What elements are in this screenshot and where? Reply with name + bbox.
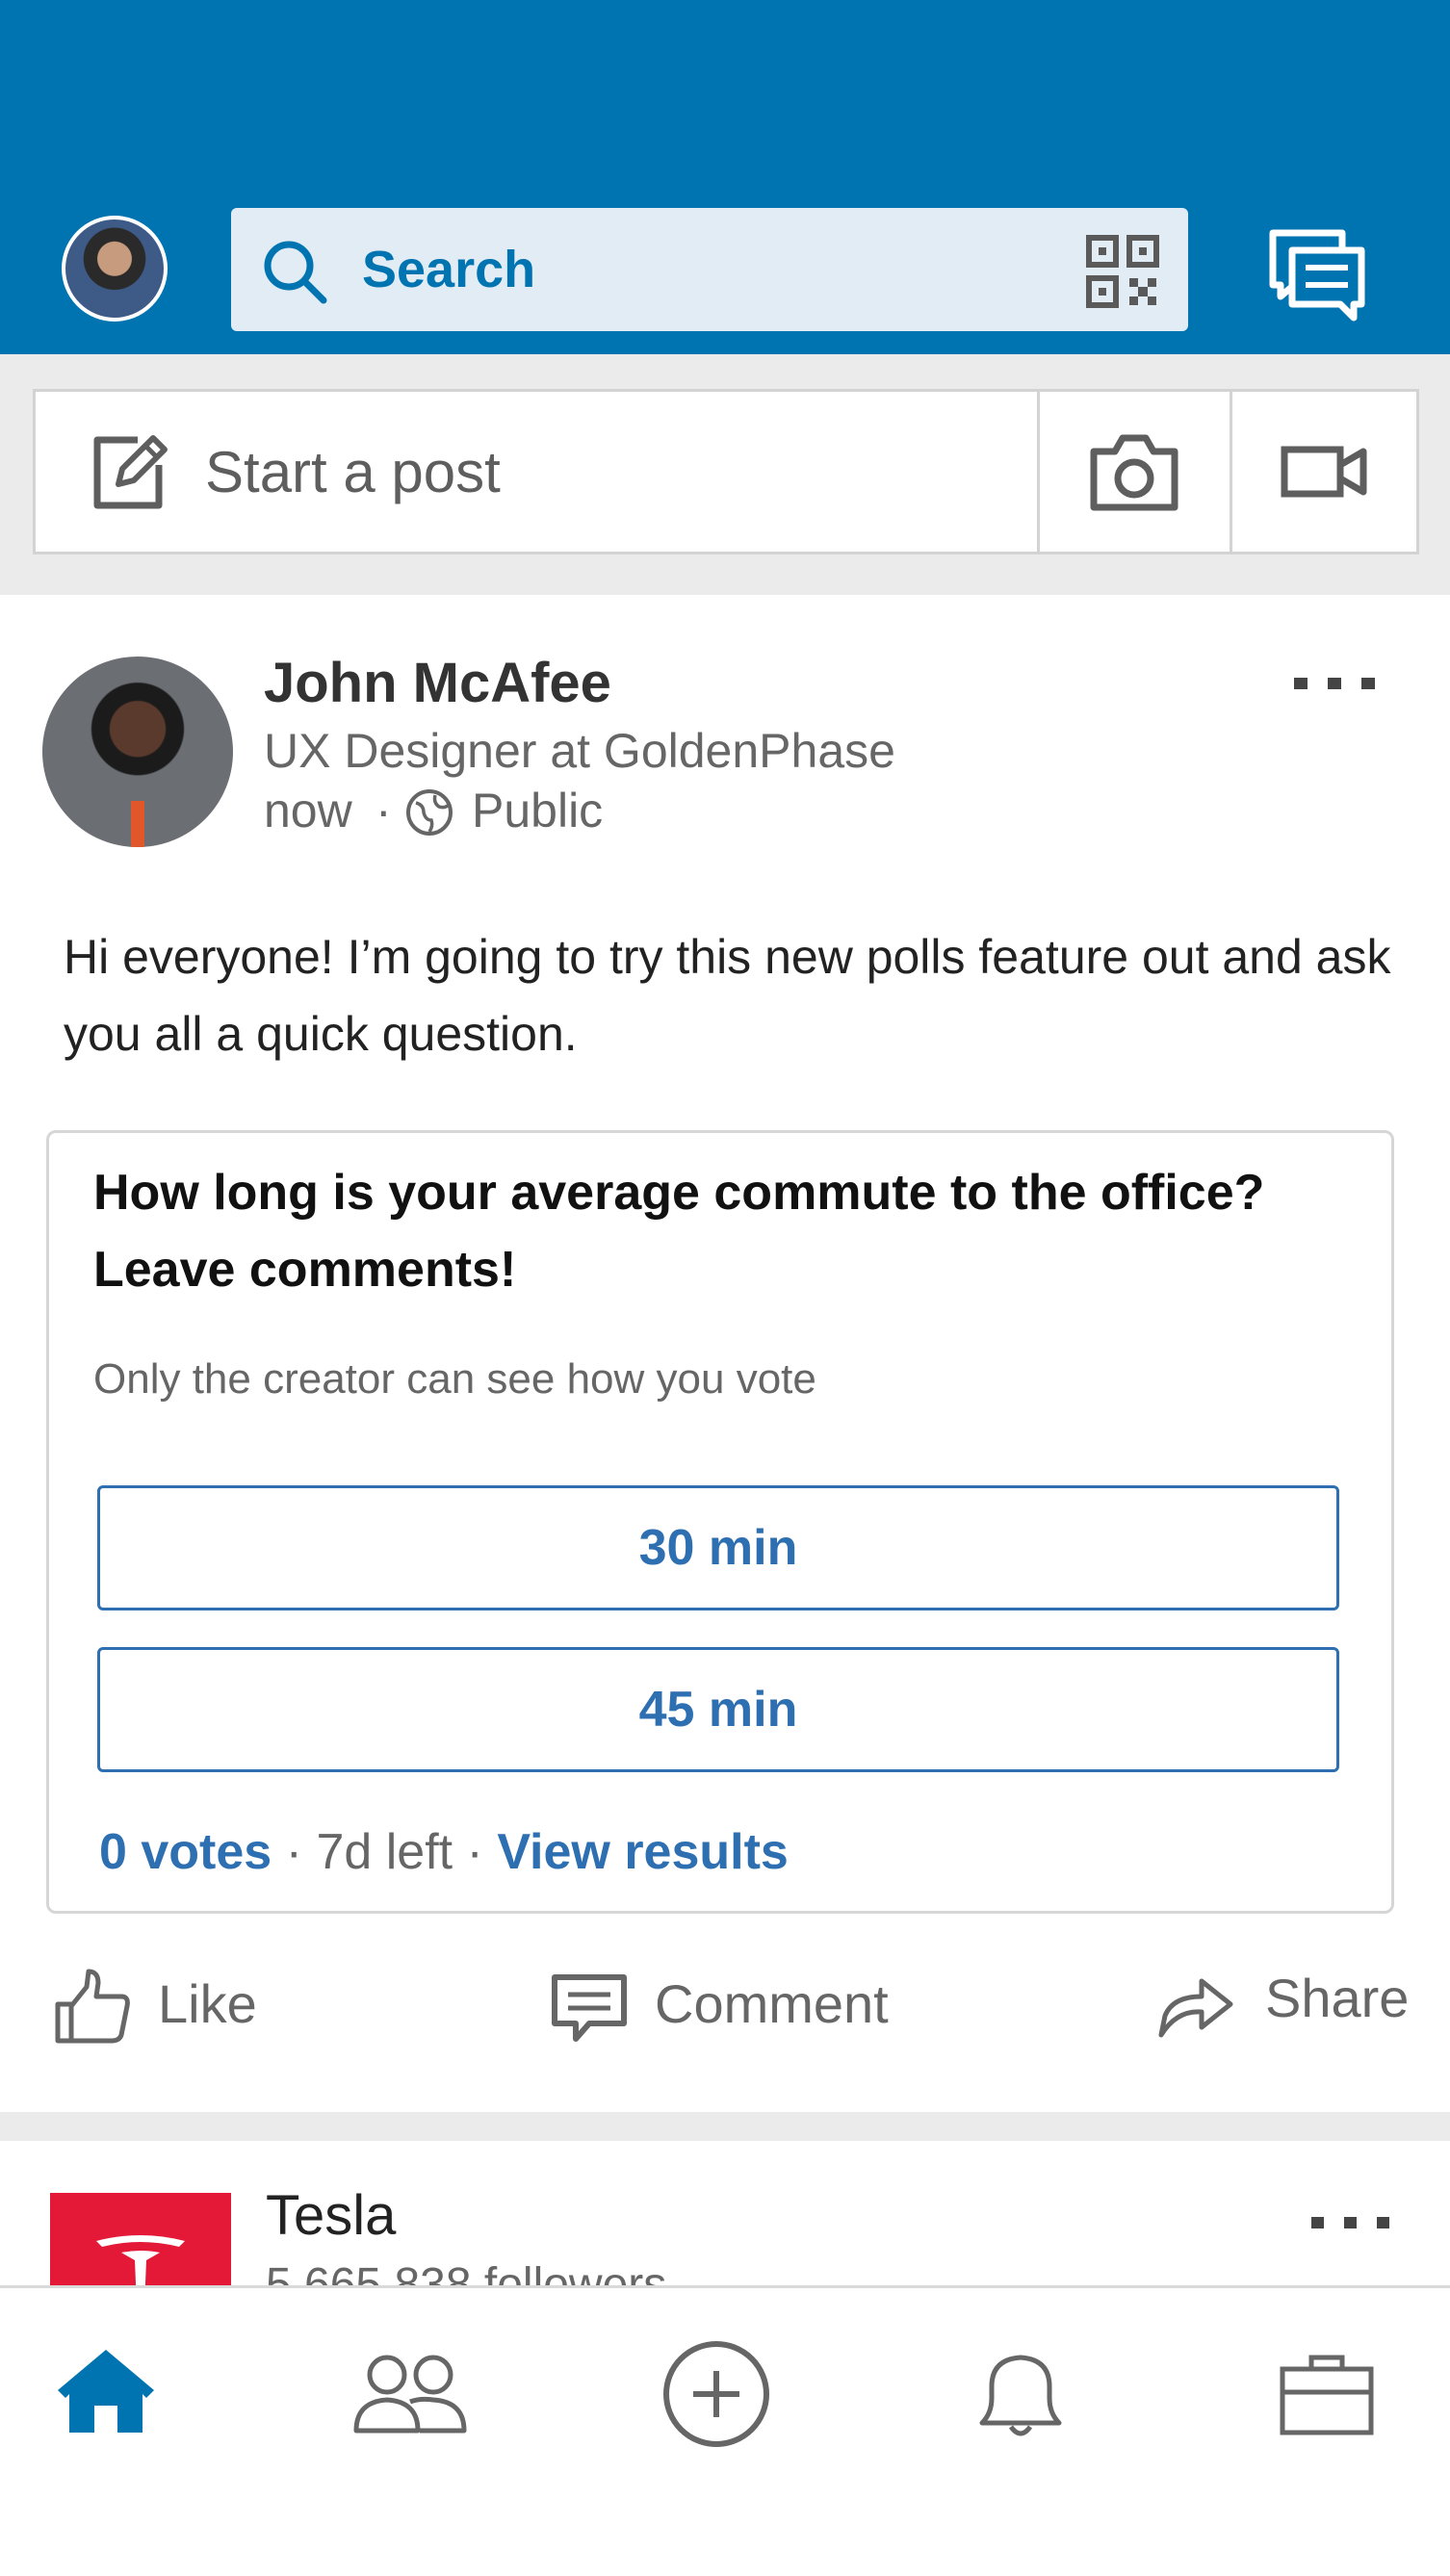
comment-icon (552, 1974, 627, 2042)
poll-vote-count[interactable]: 0 votes (99, 1824, 272, 1880)
nav-my-network[interactable] (343, 2327, 478, 2461)
nav-notifications[interactable] (953, 2327, 1088, 2461)
start-post-button[interactable]: Start a post (36, 392, 1037, 552)
poll-option-45-min[interactable]: 45 min (97, 1647, 1339, 1772)
post-text: Hi everyone! I’m going to try this new p… (64, 930, 1391, 1061)
search-icon (264, 241, 327, 304)
comment-button[interactable]: Comment (549, 1943, 915, 2058)
nav-post[interactable] (649, 2327, 784, 2461)
qr-code-icon[interactable] (1086, 235, 1159, 308)
author-headline: UX Designer at GoldenPhase (264, 724, 895, 778)
company-name[interactable]: Tesla (266, 2181, 396, 2251)
nav-jobs[interactable] (1259, 2327, 1394, 2461)
share-button[interactable]: Share (1155, 1943, 1425, 2058)
feed-post: John McAfee UX Designer at GoldenPhase n… (0, 595, 1450, 2112)
edit-icon (93, 435, 168, 509)
separator-dot: · (453, 1824, 498, 1880)
like-button[interactable]: Like (52, 1943, 283, 2058)
nav-home[interactable] (39, 2327, 173, 2461)
home-icon (58, 2350, 154, 2433)
plus-circle-icon (663, 2341, 769, 2447)
video-button[interactable] (1232, 392, 1416, 552)
bottom-navigation (0, 2285, 1450, 2576)
camera-icon (1090, 434, 1178, 511)
view-results-link[interactable]: View results (497, 1824, 789, 1880)
comment-label: Comment (655, 1973, 889, 2034)
start-post-label: Start a post (205, 440, 501, 504)
search-placeholder: Search (362, 241, 536, 298)
poll-time-left: 7d left (316, 1824, 453, 1880)
poll-option-30-min[interactable]: 30 min (97, 1485, 1339, 1610)
share-label: Share (1265, 1968, 1410, 2028)
more-options-icon[interactable] (1309, 2212, 1392, 2233)
people-icon (353, 2355, 467, 2434)
like-label: Like (158, 1973, 257, 2034)
author-name[interactable]: John McAfee (264, 649, 611, 718)
poll-footer: 0 votes · 7d left · View results (99, 1820, 789, 1884)
share-arrow-icon (1158, 1978, 1233, 2038)
poll-privacy-note: Only the creator can see how you vote (93, 1355, 816, 1403)
video-camera-icon (1281, 446, 1367, 498)
post-timestamp: now (264, 784, 352, 837)
post-actions: Like Comment Share (0, 1943, 1450, 2058)
separator-dot: · (375, 784, 392, 837)
separator-dot: · (272, 1824, 317, 1880)
messaging-icon[interactable] (1267, 227, 1367, 323)
bell-icon (979, 2355, 1062, 2436)
app-header: Search (0, 0, 1450, 354)
visibility-label: Public (472, 784, 604, 837)
poll-question: How long is your average commute to the … (93, 1165, 1265, 1298)
globe-icon (406, 789, 453, 836)
search-bar[interactable]: Search (231, 208, 1188, 331)
briefcase-icon (1280, 2355, 1374, 2435)
more-options-icon[interactable] (1290, 672, 1379, 695)
thumbs-up-icon (55, 1969, 130, 2044)
start-post-bar: Start a post (33, 389, 1419, 554)
poll-card: How long is your average commute to the … (46, 1130, 1394, 1914)
author-avatar[interactable] (42, 657, 233, 847)
avatar-detail (131, 801, 144, 847)
photo-button[interactable] (1040, 392, 1230, 552)
profile-avatar[interactable] (62, 216, 168, 322)
